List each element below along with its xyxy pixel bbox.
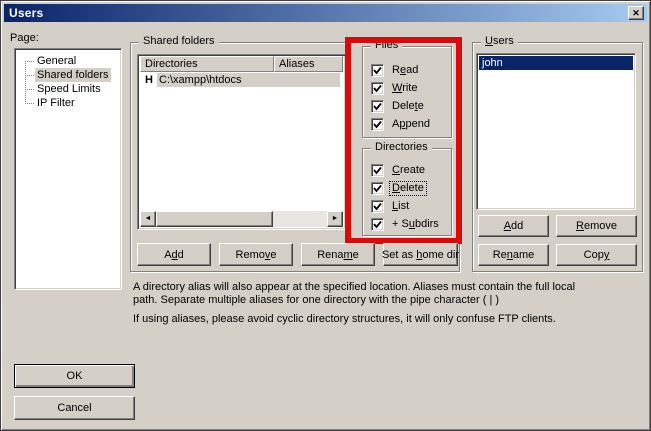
tree-connector	[25, 103, 34, 104]
title-bar[interactable]: Users ✕	[4, 4, 647, 22]
ok-button[interactable]: OK	[14, 364, 135, 388]
horizontal-scrollbar[interactable]: ◄ ►	[140, 211, 343, 227]
directory-row[interactable]: H C:\xampp\htdocs	[141, 73, 340, 87]
window-title: Users	[4, 6, 43, 20]
checkbox-files-append[interactable]: Append	[371, 117, 432, 131]
checkbox-files-write[interactable]: Write	[371, 81, 419, 95]
add-directory-button[interactable]: Add	[137, 243, 211, 266]
user-row-john[interactable]: john	[479, 56, 633, 70]
rename-user-button[interactable]: Rename	[478, 244, 549, 266]
remove-user-button[interactable]: Remove	[556, 215, 637, 237]
checkbox-files-delete[interactable]: Delete	[371, 99, 426, 113]
scroll-right-icon[interactable]: ►	[327, 211, 343, 227]
checkbox-dirs-create[interactable]: Create	[371, 163, 427, 177]
checkbox-checked-icon[interactable]	[371, 118, 384, 131]
users-legend: Users	[481, 35, 518, 48]
column-header-directories[interactable]: Directories	[140, 56, 274, 72]
page-item-general[interactable]: General	[35, 54, 78, 68]
page-list[interactable]: General Shared folders Speed Limits IP F…	[14, 48, 122, 290]
alias-description-line2: path. Separate multiple aliases for one …	[133, 294, 499, 306]
files-legend: Files	[371, 39, 402, 52]
copy-user-button[interactable]: Copy	[556, 244, 637, 266]
checkbox-checked-icon[interactable]	[371, 182, 384, 195]
directories-legend: Directories	[371, 141, 432, 154]
checkbox-checked-icon[interactable]	[371, 82, 384, 95]
checkbox-dirs-delete[interactable]: Delete	[371, 181, 426, 195]
tree-connector	[25, 61, 34, 62]
checkbox-dirs-list[interactable]: List	[371, 199, 411, 213]
column-header-aliases[interactable]: Aliases	[274, 56, 343, 72]
alias-warning-line: If using aliases, please avoid cyclic di…	[133, 313, 556, 325]
rename-directory-button[interactable]: Rename	[301, 243, 375, 266]
directory-path[interactable]: C:\xampp\htdocs	[157, 73, 340, 87]
tree-connector	[25, 75, 34, 76]
page-item-shared-folders[interactable]: Shared folders	[35, 68, 111, 82]
close-icon[interactable]: ✕	[628, 6, 644, 20]
cancel-button[interactable]: Cancel	[14, 396, 135, 420]
home-flag: H	[141, 74, 157, 86]
set-as-home-dir-button[interactable]: Set as home dir	[383, 243, 458, 266]
tree-line	[25, 61, 26, 104]
directories-list[interactable]: Directories Aliases H C:\xampp\htdocs ◄ …	[137, 54, 346, 230]
checkbox-dirs-subdirs[interactable]: + Subdirs	[371, 217, 441, 231]
remove-directory-button[interactable]: Remove	[219, 243, 293, 266]
scrollbar-track[interactable]	[273, 211, 327, 227]
files-group: Files Read Write Delete Append	[362, 46, 452, 138]
page-item-speed-limits[interactable]: Speed Limits	[35, 82, 103, 96]
checkbox-checked-icon[interactable]	[371, 164, 384, 177]
checkbox-checked-icon[interactable]	[371, 218, 384, 231]
page-item-ip-filter[interactable]: IP Filter	[35, 96, 77, 110]
page-label: Page:	[10, 32, 39, 44]
directories-group: Directories Create Delete List + Subdirs	[362, 148, 452, 236]
checkbox-checked-icon[interactable]	[371, 200, 384, 213]
scroll-left-icon[interactable]: ◄	[140, 211, 156, 227]
tree-connector	[25, 89, 34, 90]
checkbox-checked-icon[interactable]	[371, 64, 384, 77]
scrollbar-thumb[interactable]	[156, 211, 273, 227]
alias-description-line1: A directory alias will also appear at th…	[133, 281, 575, 293]
add-user-button[interactable]: Add	[478, 215, 549, 237]
checkbox-checked-icon[interactable]	[371, 100, 384, 113]
users-list[interactable]: john	[476, 53, 636, 210]
shared-folders-legend: Shared folders	[139, 35, 219, 48]
checkbox-files-read[interactable]: Read	[371, 63, 420, 77]
